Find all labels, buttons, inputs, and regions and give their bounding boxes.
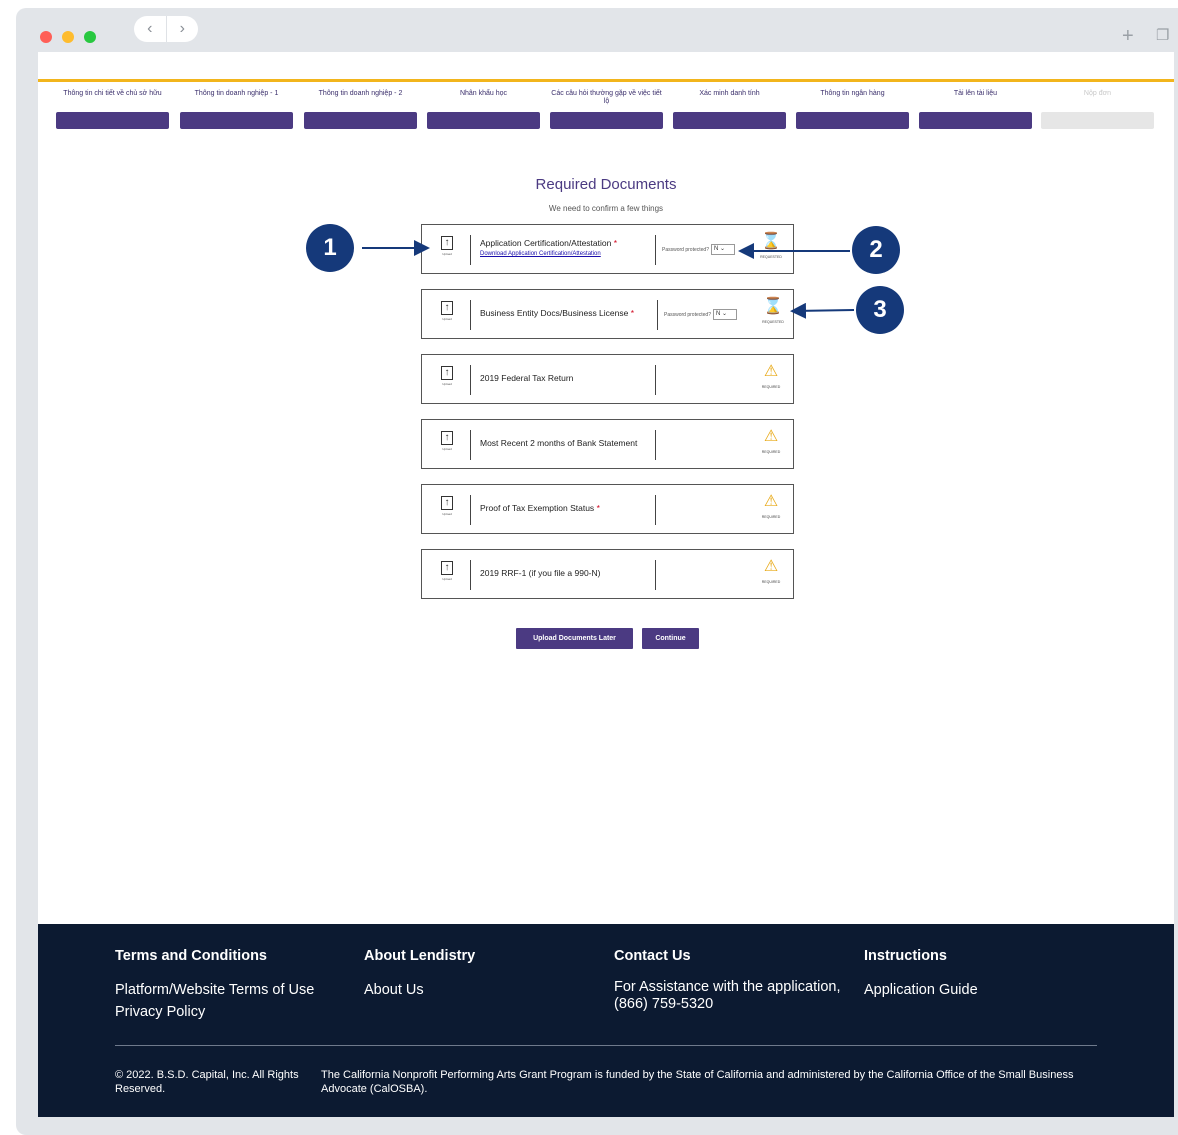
about-us-link[interactable]: About Us bbox=[364, 979, 475, 1001]
callout-badge-1: 1 bbox=[306, 224, 354, 272]
footer-about: About Lendistry About Us bbox=[364, 948, 475, 1001]
callout-badge-2: 2 bbox=[852, 226, 900, 274]
footer-heading: Contact Us bbox=[614, 948, 691, 964]
footer-instructions: Instructions Application Guide bbox=[864, 948, 978, 1001]
terms-of-use-link[interactable]: Platform/Website Terms of Use bbox=[115, 979, 314, 1001]
application-guide-link[interactable]: Application Guide bbox=[864, 979, 978, 1001]
footer-heading: About Lendistry bbox=[364, 948, 476, 964]
footer-contact: Contact Us For Assistance with the appli… bbox=[614, 948, 854, 1013]
callout-badge-3: 3 bbox=[856, 286, 904, 334]
privacy-policy-link[interactable]: Privacy Policy bbox=[115, 1001, 314, 1023]
footer-divider bbox=[115, 1045, 1097, 1046]
footer-terms: Terms and Conditions Platform/Website Te… bbox=[115, 948, 314, 1023]
contact-phone[interactable]: (866) 759-5320 bbox=[614, 996, 854, 1013]
callout-3-arrow bbox=[790, 302, 855, 319]
footer-heading: Terms and Conditions bbox=[115, 948, 267, 964]
footer-heading: Instructions bbox=[864, 948, 947, 964]
site-footer: Terms and Conditions Platform/Website Te… bbox=[38, 924, 1174, 1117]
copyright: © 2022. B.S.D. Capital, Inc. All Rights … bbox=[115, 1069, 299, 1095]
funding-notice: The California Nonprofit Performing Arts… bbox=[321, 1069, 1074, 1095]
contact-text: For Assistance with the application, bbox=[614, 979, 841, 995]
